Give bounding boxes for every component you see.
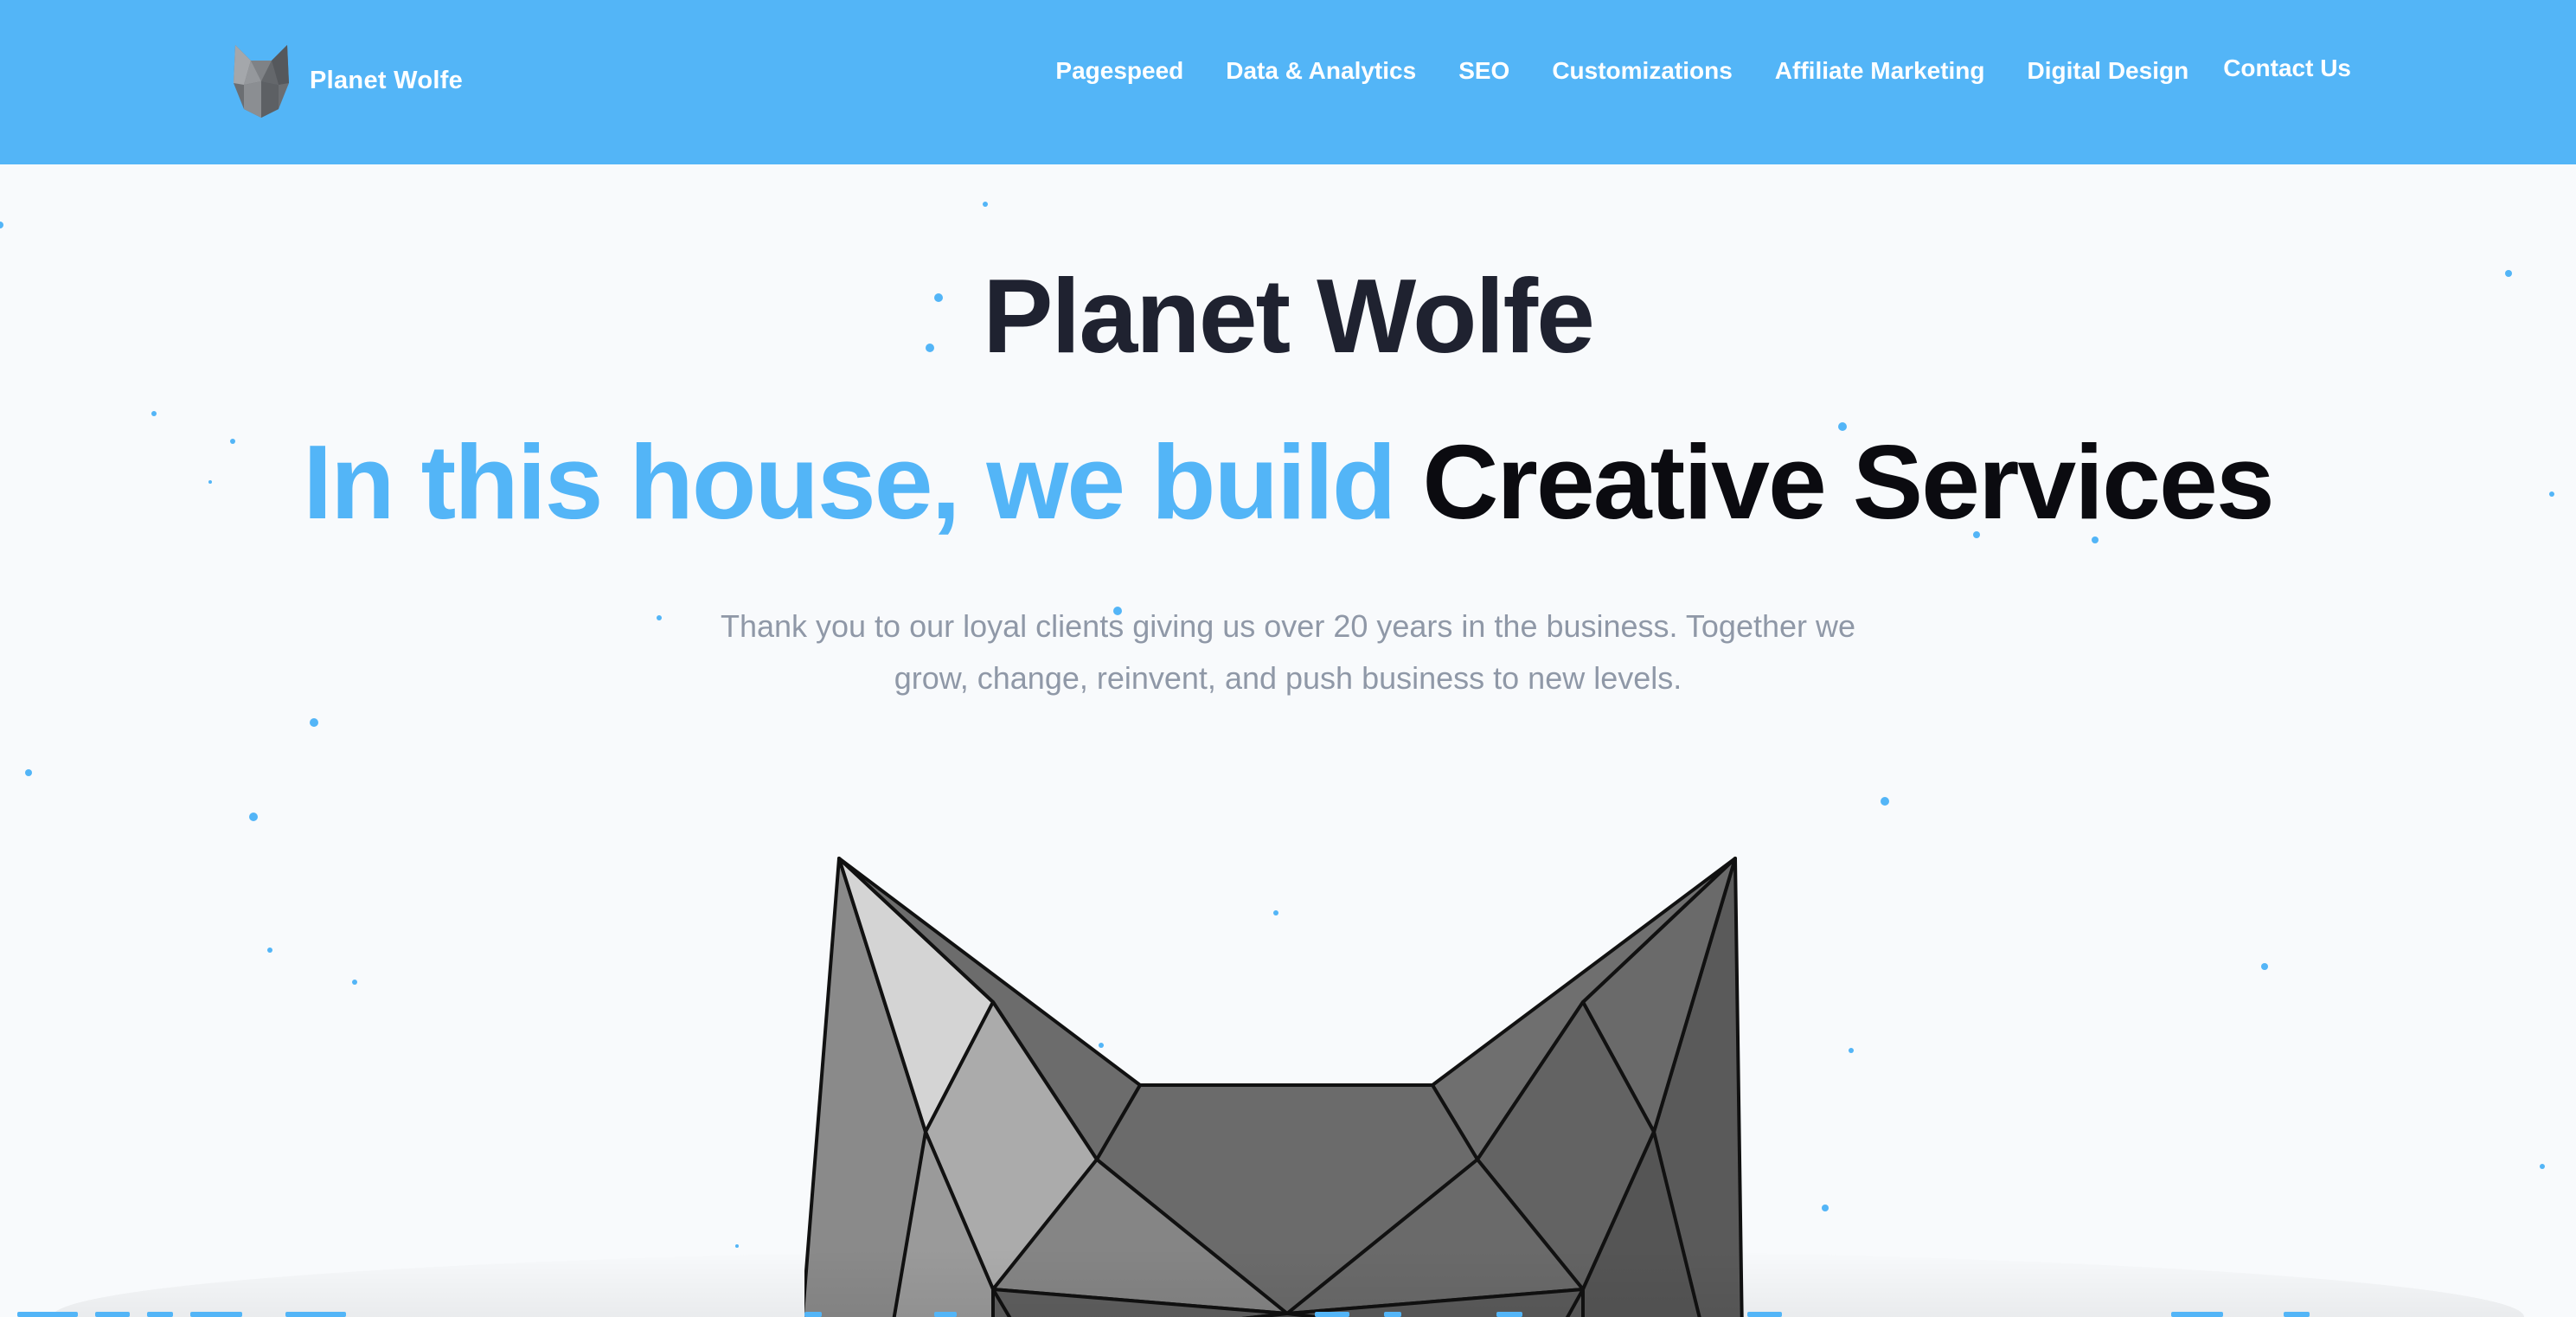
- particle-dot: [0, 222, 3, 228]
- particle-dot: [249, 813, 258, 821]
- particle-dot: [983, 202, 988, 207]
- particle-dot: [2540, 1164, 2545, 1169]
- brand-link[interactable]: Planet Wolfe: [232, 42, 463, 119]
- particle-dot: [352, 980, 357, 985]
- next-section-peek: [17, 1312, 2310, 1317]
- particle-dot: [2261, 963, 2268, 970]
- tagline-emphasis: Creative Services: [1422, 423, 2274, 541]
- particle-dot: [735, 1244, 739, 1248]
- nav-link-pagespeed[interactable]: Pagespeed: [1055, 57, 1183, 85]
- particle-dot: [151, 411, 157, 416]
- nav-link-customizations[interactable]: Customizations: [1552, 57, 1732, 85]
- tagline-lead: In this house, we build: [303, 423, 1396, 541]
- hero-subtitle-line: Thank you to our loyal clients giving us…: [720, 608, 1856, 644]
- wolf-head-icon: [234, 45, 289, 118]
- particle-dot: [1822, 1205, 1829, 1211]
- main-nav: Pagespeed Data & Analytics SEO Customiza…: [1013, 55, 2351, 85]
- particle-dot: [267, 948, 272, 953]
- particle-dot: [25, 769, 32, 776]
- nav-link-digital-design[interactable]: Digital Design: [2028, 57, 2189, 85]
- hero-tagline: In this house, we build Creative Service…: [0, 417, 2576, 547]
- site-header: Planet Wolfe Pagespeed Data & Analytics …: [0, 0, 2576, 164]
- brand-name: Planet Wolfe: [310, 66, 464, 94]
- particle-dot: [310, 718, 318, 727]
- nav-link-contact-us[interactable]: Contact Us: [2223, 55, 2351, 82]
- hero-subtitle-line: grow, change, reinvent, and push busines…: [894, 660, 1682, 696]
- nav-link-affiliate-marketing[interactable]: Affiliate Marketing: [1775, 57, 1985, 85]
- particle-dot: [1881, 797, 1889, 806]
- hero-subtitle: Thank you to our loyal clients giving us…: [639, 601, 1937, 704]
- nav-link-data-analytics[interactable]: Data & Analytics: [1226, 57, 1416, 85]
- wolf-head-graphic: [804, 857, 1744, 1317]
- page: Planet Wolfe Pagespeed Data & Analytics …: [0, 0, 2576, 1317]
- nav-link-seo[interactable]: SEO: [1458, 57, 1509, 85]
- particle-dot: [1849, 1048, 1854, 1053]
- hero-title: Planet Wolfe: [983, 257, 1595, 375]
